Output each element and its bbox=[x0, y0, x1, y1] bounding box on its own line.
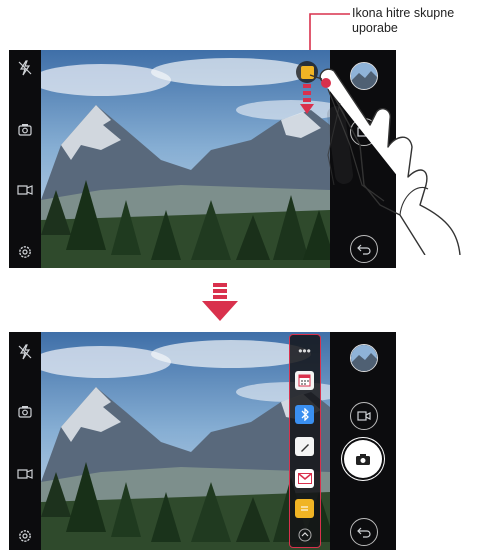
mode-icon[interactable] bbox=[15, 180, 35, 200]
email-app-icon[interactable] bbox=[295, 469, 314, 488]
switch-camera-icon[interactable] bbox=[15, 120, 35, 140]
camera-left-bar bbox=[9, 50, 41, 268]
camera-left-bar bbox=[9, 332, 41, 550]
transition-down-arrow bbox=[202, 283, 238, 321]
bluetooth-app-icon[interactable] bbox=[295, 405, 314, 424]
camera-screen-after bbox=[9, 332, 396, 550]
viewfinder-image bbox=[41, 50, 330, 268]
quick-share-panel: ••• bbox=[289, 334, 321, 548]
back-icon[interactable] bbox=[350, 518, 378, 546]
camera-right-bar bbox=[330, 332, 396, 550]
flash-off-icon[interactable] bbox=[15, 342, 35, 362]
flash-off-icon[interactable] bbox=[15, 58, 35, 78]
switch-camera-icon[interactable] bbox=[15, 402, 35, 422]
video-record-icon[interactable] bbox=[350, 402, 378, 430]
settings-icon[interactable] bbox=[15, 526, 35, 546]
settings-icon[interactable] bbox=[15, 242, 35, 262]
shutter-button[interactable] bbox=[344, 440, 382, 478]
gallery-thumbnail[interactable] bbox=[350, 344, 378, 372]
more-icon[interactable]: ••• bbox=[295, 341, 314, 360]
mode-icon[interactable] bbox=[15, 464, 35, 484]
hand-drag-illustration bbox=[309, 68, 461, 255]
viewfinder-image bbox=[41, 332, 330, 550]
callout-label: Ikona hitre skupne uporabe bbox=[352, 6, 455, 35]
memo-app-icon[interactable] bbox=[295, 499, 314, 518]
calendar-app-icon[interactable] bbox=[295, 371, 314, 390]
collapse-icon[interactable] bbox=[295, 525, 314, 544]
pen-app-icon[interactable] bbox=[295, 437, 314, 456]
